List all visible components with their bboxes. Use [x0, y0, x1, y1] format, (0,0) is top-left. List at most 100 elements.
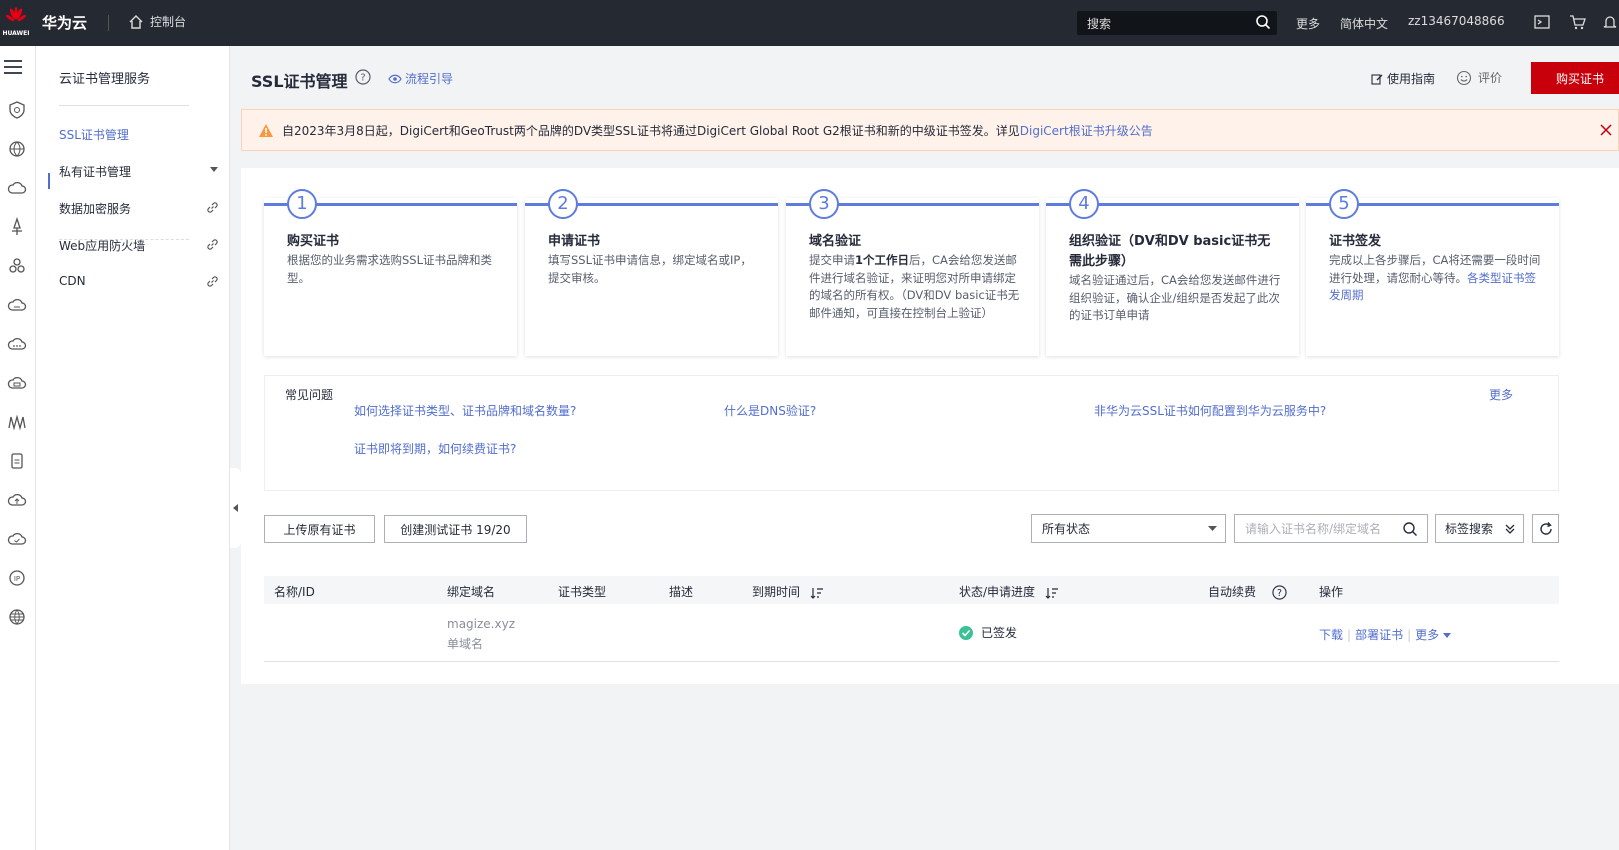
sort-icon[interactable] [810, 587, 824, 599]
deploy-certificate-link[interactable]: 部署证书 [1355, 628, 1403, 642]
user-guide-label: 使用指南 [1387, 72, 1436, 86]
step-desc-emphasis: 1个工作日 [855, 253, 910, 267]
upload-certificate-button[interactable]: 上传原有证书 [264, 515, 375, 543]
help-icon[interactable]: ? [355, 69, 371, 85]
external-link-icon [207, 202, 218, 213]
wave-icon[interactable] [7, 412, 27, 432]
language-switch[interactable]: 简体中文 [1340, 15, 1388, 32]
faq-question-link[interactable]: 证书即将到期，如何续费证书? [354, 440, 516, 457]
cart-icon[interactable] [1569, 13, 1587, 31]
step-title: 购买证书 [287, 234, 340, 249]
announcement-banner: 自2023年3月8日起，DigiCert和GeoTrust两个品牌的DV类型SS… [241, 109, 1619, 151]
menu-icon[interactable] [3, 58, 23, 76]
step-description: 根据您的业务需求选购SSL证书品牌和类型。 [287, 253, 493, 285]
column-header-status[interactable]: 状态/申请进度 [959, 583, 1059, 600]
column-header-expiry[interactable]: 到期时间 [752, 583, 824, 600]
more-actions-label: 更多 [1415, 628, 1440, 642]
globe-network-icon[interactable] [7, 139, 27, 159]
cloud-icon[interactable] [7, 178, 27, 198]
sidebar-item-private-cert[interactable]: 私有证书管理 [59, 163, 219, 180]
sort-icon[interactable] [1045, 587, 1059, 599]
row-status-label: 已签发 [981, 626, 1018, 640]
sidebar-item-cdn[interactable]: CDN [59, 274, 219, 288]
cloud-storage-icon[interactable] [7, 373, 27, 393]
page-title: SSL证书管理 [251, 72, 348, 91]
certificate-table: 名称/ID 绑定域名 证书类型 描述 到期时间 状态/申请进度 自动续费 ? 操… [264, 576, 1559, 662]
search-icon[interactable] [1402, 521, 1418, 537]
pin-icon[interactable] [7, 217, 27, 237]
step-number: 1 [287, 189, 317, 219]
create-test-certificate-button[interactable]: 创建测试证书 19/20 [384, 515, 527, 543]
row-status: 已签发 [959, 624, 1017, 641]
help-icon[interactable]: ? [1272, 585, 1287, 600]
cloud-upload-icon[interactable] [7, 490, 27, 510]
search-icon[interactable] [1255, 14, 1271, 30]
shield-icon[interactable] [7, 100, 27, 120]
column-header-auto-renew: 自动续费 ? [1208, 583, 1287, 600]
column-header-domain: 绑定域名 [447, 585, 496, 599]
step-title: 组织验证（DV和DV basic证书无需此步骤） [1069, 234, 1271, 269]
caret-left-icon [232, 504, 238, 512]
sidebar-item-data-encryption[interactable]: 数据加密服务 [59, 200, 219, 217]
faq-question-link[interactable]: 什么是DNS验证? [724, 402, 816, 419]
document-icon[interactable] [7, 451, 27, 471]
process-guide-label: 流程引导 [405, 72, 454, 86]
column-header-cert-type: 证书类型 [558, 585, 607, 599]
ip-icon[interactable]: IP [7, 568, 27, 588]
faq-section: 常见问题 更多 如何选择证书类型、证书品牌和域名数量? 什么是DNS验证? 非华… [264, 375, 1559, 491]
close-icon[interactable] [1599, 123, 1613, 137]
step-description: 提交申请1个工作日后，CA会给您发送邮件进行域名验证，来证明您对所申请绑定的域名… [809, 252, 1024, 322]
caret-down-icon[interactable] [209, 167, 219, 173]
top-more-menu[interactable]: 更多 [1296, 15, 1320, 32]
announcement-link[interactable]: DigiCert根证书升级公告 [1020, 122, 1153, 139]
step-card: 2 申请证书 填写SSL证书申请信息，绑定域名或IP，提交审核。 [525, 189, 778, 356]
step-number: 3 [809, 189, 839, 219]
step-description: 完成以上各步骤后，CA将还需要一段时间进行处理，请您耐心等待。各类型证书签发周期 [1329, 252, 1544, 305]
huawei-petal-icon [6, 7, 26, 22]
cloud-check-icon[interactable] [7, 529, 27, 549]
web-globe-icon[interactable] [7, 607, 27, 627]
sidebar-item-label: 数据加密服务 [59, 202, 132, 216]
sidebar-collapse-toggle[interactable] [230, 468, 241, 548]
brand-name[interactable]: 华为云 [42, 12, 87, 33]
process-guide-link[interactable]: 流程引导 [388, 70, 453, 87]
more-actions-link[interactable]: 更多 [1415, 628, 1451, 642]
refresh-button[interactable] [1532, 514, 1559, 543]
top-bar: HUAWEI 华为云 控制台 搜索 更多 简体中文 zz13467048866 [0, 0, 1619, 46]
user-guide-link[interactable]: 使用指南 [1371, 70, 1435, 87]
step-description: 填写SSL证书申请信息，绑定域名或IP，提交审核。 [548, 253, 752, 285]
download-link[interactable]: 下载 [1319, 628, 1343, 642]
step-card: 4 组织验证（DV和DV basic证书无需此步骤） 域名验证通过后，CA会给您… [1046, 189, 1299, 356]
cloud-db-icon[interactable] [7, 295, 27, 315]
certificate-search-input[interactable] [1234, 514, 1428, 543]
user-account[interactable]: zz13467048866 [1408, 14, 1505, 28]
cluster-icon[interactable] [7, 256, 27, 276]
table-row: magize.xyz 单域名 已签发 下载 | 部署证书 | 更多 [264, 604, 1559, 662]
console-link[interactable]: 控制台 [128, 13, 186, 30]
terminal-icon[interactable] [1533, 13, 1551, 31]
home-icon [129, 14, 143, 29]
service-icon-bar: IP [0, 46, 36, 850]
faq-question-link[interactable]: 如何选择证书类型、证书品牌和域名数量? [354, 402, 576, 419]
cloud-more-icon[interactable] [7, 334, 27, 354]
global-search[interactable]: 搜索 [1077, 11, 1277, 35]
tag-search-button[interactable]: 标签搜索 [1435, 514, 1524, 543]
step-card: 1 购买证书 根据您的业务需求选购SSL证书品牌和类型。 [264, 189, 517, 356]
divider [108, 15, 109, 31]
bell-icon[interactable] [1603, 13, 1617, 31]
double-chevron-down-icon [1505, 524, 1515, 534]
sidebar-item-waf[interactable]: Web应用防火墙 [59, 237, 219, 254]
buy-certificate-button[interactable]: 购买证书 [1531, 62, 1619, 94]
sidebar-divider [59, 105, 189, 106]
faq-question-link[interactable]: 非华为云SSL证书如何配置到华为云服务中? [1094, 402, 1326, 419]
column-header-actions: 操作 [1319, 585, 1344, 599]
step-number: 4 [1069, 189, 1099, 219]
step-description: 域名验证通过后，CA会给您发送邮件进行组织验证，确认企业/组织是否发起了此次的证… [1069, 273, 1281, 322]
faq-more-link[interactable]: 更多 [1489, 386, 1513, 403]
step-card: 3 域名验证 提交申请1个工作日后，CA会给您发送邮件进行域名验证，来证明您对所… [786, 189, 1039, 356]
huawei-logo[interactable]: HUAWEI [0, 6, 32, 40]
rate-link[interactable]: 评价 [1456, 69, 1502, 86]
status-filter-select[interactable]: 所有状态 [1031, 514, 1226, 543]
sidebar-item-ssl-cert[interactable]: SSL证书管理 [59, 126, 219, 143]
action-separator: | [1407, 628, 1412, 642]
